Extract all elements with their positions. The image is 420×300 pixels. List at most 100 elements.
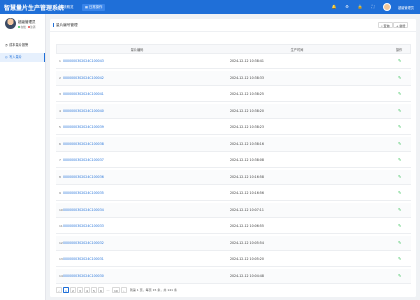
edit-icon[interactable]: ✎ [398, 207, 401, 212]
edit-icon[interactable]: ✎ [398, 240, 401, 245]
lock-icon[interactable]: 🔒 [357, 4, 363, 10]
production-time: 2024-12-12 10:38:41 [230, 59, 264, 63]
code-link[interactable]: 0000000302024C100035 [63, 191, 104, 195]
bell-icon[interactable]: 🔔 [331, 4, 337, 10]
edit-icon[interactable]: ✎ [398, 223, 401, 228]
production-time: 2024-12-12 10:38:25 [230, 92, 264, 96]
user-profile: 超级管理员 在线 注销 [0, 14, 45, 40]
edit-icon[interactable]: ✎ [398, 75, 401, 80]
search-button-label: 查询 [383, 24, 390, 28]
fullscreen-icon[interactable]: ⛶ [370, 4, 376, 10]
code-link[interactable]: 0000000302024C100039 [63, 125, 104, 129]
avatar [5, 18, 16, 29]
page-title: 量片编号管理 [53, 23, 78, 27]
row-index: 2 [59, 75, 61, 80]
code-link[interactable]: 0000000302024C100043 [63, 59, 104, 63]
page-button-6[interactable]: 6 [98, 287, 104, 293]
production-time: 2024-12-12 10:16:56 [230, 191, 264, 195]
logout-label: 注销 [30, 26, 36, 29]
code-link[interactable]: 0000000302024C100038 [63, 142, 104, 146]
code-link[interactable]: 0000000302024C100034 [63, 208, 104, 212]
table-row: 13 0000000302024C100031 2024-12-12 10:05:2… [56, 252, 411, 267]
sidebar-item-cost-alarm[interactable]: ◔ 成本量片报警 [0, 41, 45, 50]
table-row: 9 0000000302024C100035 2024-12-12 10:16:56… [56, 186, 411, 201]
top-icons: 🔔 ⚙ 🔒 ⛶ 超级管理员 [331, 3, 414, 11]
settings-icon[interactable]: ⚙ [344, 4, 350, 10]
edit-icon[interactable]: ✎ [398, 190, 401, 195]
pagination: ‹ 1 2 3 4 5 6 … 10 › 到第 1 页，每页 15 条，共 14… [56, 287, 177, 293]
avatar-top[interactable] [383, 3, 392, 11]
search-button[interactable]: ⌕查询 [378, 22, 393, 28]
code-link[interactable]: 0000000302024C100040 [63, 109, 104, 113]
page-button-2[interactable]: 2 [70, 287, 76, 293]
production-time: 2024-12-12 10:06:55 [230, 224, 264, 228]
edit-icon[interactable]: ✎ [398, 108, 401, 113]
production-time: 2024-12-12 10:38:33 [230, 75, 264, 80]
profile-status: 在线 注销 [18, 25, 35, 29]
production-time: 2024-12-12 10:38:08 [230, 158, 264, 162]
production-time: 2024-12-12 10:38:16 [230, 141, 264, 146]
page-button-5[interactable]: 5 [91, 287, 97, 293]
prev-page-button[interactable]: ‹ [56, 287, 62, 293]
code-link[interactable]: 0000000302024C100030 [63, 274, 104, 278]
row-index: 9 [59, 191, 61, 195]
table-row: 11 0000000302024C100033 2024-12-12 10:06:5… [56, 219, 411, 234]
tab-daily-operations-label: 日常操作 [88, 5, 103, 9]
page-button-3[interactable]: 3 [77, 287, 83, 293]
table-row: 7 0000000302024C100037 2024-12-12 10:38:08… [56, 153, 411, 168]
grid-icon: ▦ [85, 5, 88, 9]
top-user-name[interactable]: 超级管理员 [398, 5, 414, 10]
add-button[interactable]: +新增 [393, 22, 409, 28]
page-button-4[interactable]: 4 [84, 287, 90, 293]
edit-icon[interactable]: ✎ [398, 174, 401, 179]
table-row: 6 0000000302024C100038 2024-12-12 10:38:16… [56, 136, 411, 152]
alarm-icon: ◔ [5, 43, 8, 47]
sidebar: 超级管理员 在线 注销 ◔ 成本量片报警 ◎ 写入量片 [0, 14, 46, 300]
production-time: 2024-12-12 10:38:20 [230, 108, 264, 113]
pagination-info: 到第 1 页，每页 15 条，共 141 条 [129, 288, 178, 292]
code-link[interactable]: 0000000302024C100041 [63, 92, 104, 96]
code-link[interactable]: 0000000302024C100032 [63, 241, 104, 245]
edit-icon[interactable]: ✎ [398, 256, 401, 261]
row-index: 4 [59, 108, 61, 113]
production-time: 2024-12-12 10:16:58 [230, 174, 264, 179]
table-row: 2 0000000302024C100042 2024-12-12 10:38:33… [56, 70, 411, 86]
status-online-label: 在线 [20, 26, 26, 29]
sidebar-item-write[interactable]: ◎ 写入量片 [0, 53, 45, 62]
code-link[interactable]: 0000000302024C100042 [63, 76, 104, 80]
code-link[interactable]: 0000000302024C100031 [63, 257, 104, 261]
table-row: 10 0000000302024C100034 2024-12-12 10:07:1… [56, 202, 411, 218]
row-index: 7 [59, 158, 61, 162]
tab-overview-label: 系统概览 [59, 5, 74, 9]
top-bar: 智慧量片生产管理系统 ⌂系统概览 ▦日常操作 🔔 ⚙ 🔒 ⛶ 超级管理员 [0, 0, 420, 14]
production-time: 2024-12-12 10:07:11 [230, 207, 264, 212]
row-index: 6 [59, 141, 61, 146]
code-link[interactable]: 0000000302024C100037 [63, 158, 104, 162]
edit-icon[interactable]: ✎ [398, 141, 401, 146]
home-icon: ⌂ [57, 5, 59, 9]
edit-icon[interactable]: ✎ [398, 124, 401, 129]
page-button-last[interactable]: 10 [112, 287, 120, 293]
row-index: 5 [59, 125, 61, 129]
table-row: 4 0000000302024C100040 2024-12-12 10:38:20… [56, 103, 411, 119]
table-row: 5 0000000302024C100039 2024-12-12 10:38:23… [56, 120, 411, 135]
page-button-1[interactable]: 1 [63, 287, 69, 293]
table-row: 3 0000000302024C100041 2024-12-12 10:38:25… [56, 87, 411, 102]
logout-link[interactable]: 注销 [27, 25, 36, 29]
row-index: 1 [59, 59, 61, 63]
production-time: 2024-12-12 10:05:54 [230, 240, 264, 245]
row-index: 8 [59, 174, 61, 179]
edit-icon[interactable]: ✎ [398, 273, 401, 278]
pagination-ellipsis: … [105, 287, 111, 293]
edit-icon[interactable]: ✎ [398, 58, 401, 63]
edit-icon[interactable]: ✎ [398, 157, 401, 162]
edit-icon[interactable]: ✎ [398, 91, 401, 96]
code-link[interactable]: 0000000302024C100033 [63, 224, 104, 228]
production-time: 2024-12-12 10:04:48 [230, 273, 264, 278]
tab-daily-operations[interactable]: ▦日常操作 [82, 4, 106, 11]
add-button-label: 新增 [399, 24, 406, 28]
next-page-button[interactable]: › [120, 287, 127, 293]
table-row: 8 0000000302024C100036 2024-12-12 10:16:58… [56, 169, 411, 185]
tab-overview[interactable]: ⌂系统概览 [54, 4, 76, 11]
code-link[interactable]: 0000000302024C100036 [63, 175, 104, 179]
